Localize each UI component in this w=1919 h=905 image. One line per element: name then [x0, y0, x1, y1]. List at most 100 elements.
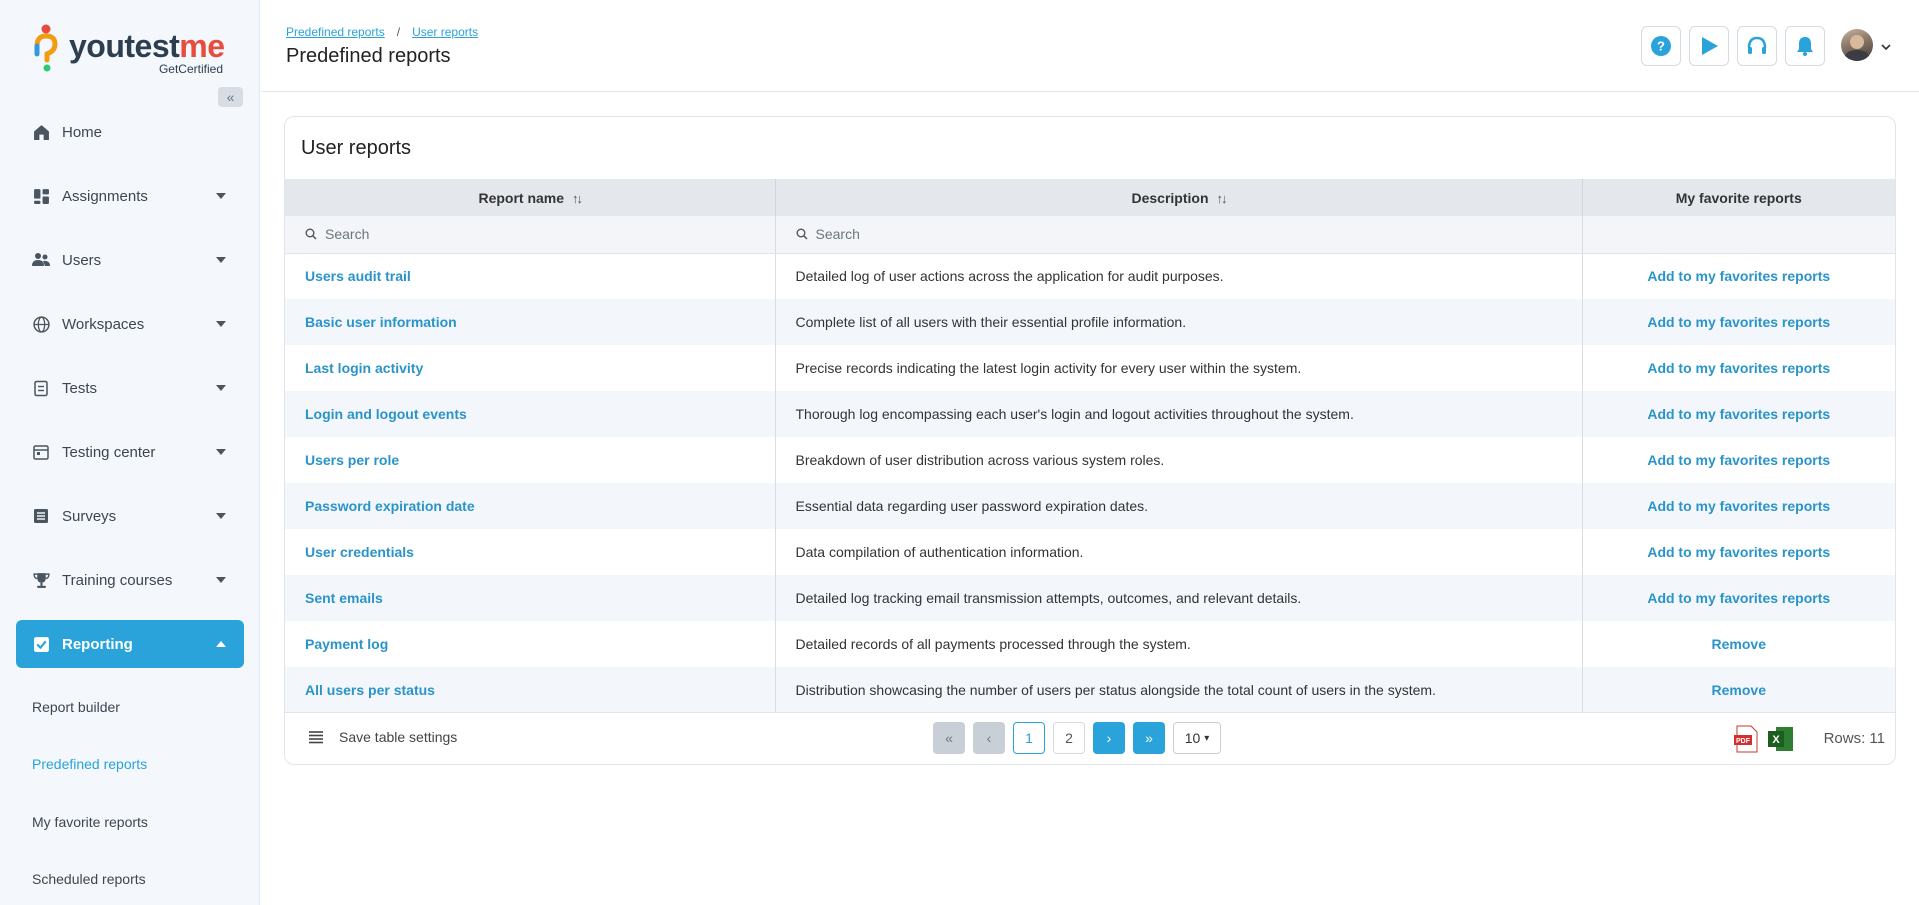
pagination: « ‹ 1 2 › » 10 ▾	[933, 722, 1221, 754]
nav-item-label: Testing center	[62, 443, 156, 461]
breadcrumb-link-predefined-reports[interactable]: Predefined reports	[286, 25, 385, 39]
chevron-down-icon	[216, 577, 226, 583]
page-button[interactable]: 1	[1013, 722, 1045, 754]
report-name-link[interactable]: Users per role	[285, 437, 776, 483]
nav-item-label: Assignments	[62, 187, 148, 205]
subnav-my-favorite-reports[interactable]: My favorite reports	[32, 814, 148, 830]
page-size-select[interactable]: 10 ▾	[1173, 722, 1221, 754]
brand-tagline: GetCertified	[158, 62, 223, 76]
nav-item-training-courses[interactable]: Training courses	[16, 556, 244, 604]
notifications-button[interactable]	[1785, 26, 1825, 66]
report-name-link[interactable]: User credentials	[285, 529, 776, 575]
nav-item-tests[interactable]: Tests	[16, 364, 244, 412]
report-description: Complete list of all users with their es…	[775, 299, 1583, 345]
help-icon: ?	[1651, 36, 1671, 56]
double-chevron-left-icon: «	[226, 89, 235, 105]
add-to-favorites-link[interactable]: Add to my favorites reports	[1582, 253, 1895, 299]
remove-favorite-link[interactable]: Remove	[1582, 667, 1895, 713]
save-table-settings-button[interactable]: Save table settings	[309, 729, 457, 745]
add-to-favorites-link[interactable]: Add to my favorites reports	[1582, 483, 1895, 529]
logo[interactable]: youtestme GetCertified	[33, 22, 233, 78]
rows-count: Rows: 11	[1823, 730, 1885, 747]
collapse-sidebar-button[interactable]: «	[218, 87, 243, 107]
user-avatar[interactable]	[1841, 29, 1873, 61]
table-row: Password expiration date Essential data r…	[285, 483, 1895, 529]
report-name-link[interactable]: Basic user information	[285, 299, 776, 345]
page-button[interactable]: 2	[1053, 722, 1085, 754]
user-reports-card: User reports Report name ↑↓ Description ↑↓…	[284, 116, 1896, 765]
search-input[interactable]: Search	[325, 226, 369, 242]
sort-icon[interactable]: ↑↓	[1217, 191, 1228, 206]
report-description: Detailed log tracking email transmission…	[775, 575, 1583, 621]
report-description: Detailed records of all payments process…	[775, 621, 1583, 667]
report-name-link[interactable]: Sent emails	[285, 575, 776, 621]
report-name-link[interactable]: Last login activity	[285, 345, 776, 391]
pdf-icon[interactable]: PDF	[1734, 725, 1760, 753]
breadcrumb-link-user-reports[interactable]: User reports	[412, 25, 478, 39]
nav-item-assignments[interactable]: Assignments	[16, 172, 244, 220]
add-to-favorites-link[interactable]: Add to my favorites reports	[1582, 345, 1895, 391]
sidebar: youtestme GetCertified « Home Assignment…	[0, 0, 260, 905]
report-name-link[interactable]: Users audit trail	[285, 253, 776, 299]
chevron-right-icon: ›	[1106, 730, 1112, 746]
search-icon	[305, 228, 317, 240]
previous-page-button[interactable]: ‹	[973, 722, 1005, 754]
nav-item-home[interactable]: Home	[16, 108, 244, 156]
tests-icon	[32, 379, 50, 397]
subnav-predefined-reports[interactable]: Predefined reports	[32, 756, 147, 772]
report-name-link[interactable]: Password expiration date	[285, 483, 776, 529]
card-title: User reports	[301, 137, 412, 159]
chevron-down-icon	[216, 257, 226, 263]
subnav-scheduled-reports[interactable]: Scheduled reports	[32, 871, 146, 887]
search-input[interactable]: Search	[816, 226, 860, 242]
chevron-down-icon[interactable]	[1881, 42, 1891, 52]
table-row: Basic user information Complete list of a…	[285, 299, 1895, 345]
reports-table: Report name ↑↓ Description ↑↓ My favorite …	[285, 179, 1895, 713]
reporting-icon	[32, 635, 50, 653]
add-to-favorites-link[interactable]: Add to my favorites reports	[1582, 575, 1895, 621]
table-row: Sent emails Detailed log tracking email t…	[285, 575, 1895, 621]
add-to-favorites-link[interactable]: Add to my favorites reports	[1582, 437, 1895, 483]
add-to-favorites-link[interactable]: Add to my favorites reports	[1582, 529, 1895, 575]
next-page-button[interactable]: ›	[1093, 722, 1125, 754]
table-row: Payment log Detailed records of all payme…	[285, 621, 1895, 667]
nav-item-testing-center[interactable]: Testing center	[16, 428, 244, 476]
top-header: Predefined reports / User reports Predefin…	[261, 0, 1919, 92]
report-name-filter[interactable]: Search	[285, 216, 776, 254]
nav-item-surveys[interactable]: Surveys	[16, 492, 244, 540]
support-button[interactable]	[1737, 26, 1777, 66]
table-header-row: Report name ↑↓ Description ↑↓ My favorite …	[285, 179, 1895, 216]
report-name-link[interactable]: All users per status	[285, 667, 776, 713]
sort-icon[interactable]: ↑↓	[572, 191, 583, 206]
breadcrumb-separator: /	[396, 25, 401, 39]
report-name-link[interactable]: Payment log	[285, 621, 776, 667]
excel-icon[interactable]: X	[1768, 725, 1794, 753]
report-description: Breakdown of user distribution across va…	[775, 437, 1583, 483]
first-page-button[interactable]: «	[933, 722, 965, 754]
nav-item-reporting[interactable]: Reporting	[16, 620, 244, 668]
chevron-down-icon	[216, 193, 226, 199]
subnav-report-builder[interactable]: Report builder	[32, 699, 120, 715]
help-button[interactable]: ?	[1641, 26, 1681, 66]
column-header-report-name[interactable]: Report name ↑↓	[285, 179, 776, 216]
remove-favorite-link[interactable]: Remove	[1582, 621, 1895, 667]
description-filter[interactable]: Search	[775, 216, 1583, 254]
nav-item-label: Tests	[62, 379, 98, 397]
report-description: Distribution showcasing the number of us…	[775, 667, 1583, 713]
play-button[interactable]	[1689, 26, 1729, 66]
play-icon	[1702, 37, 1718, 55]
report-name-link[interactable]: Login and logout events	[285, 391, 776, 437]
chevron-down-icon: ▾	[1204, 732, 1210, 744]
table-row: Users audit trail Detailed log of user ac…	[285, 253, 1895, 299]
svg-text:X: X	[1772, 734, 1780, 746]
menu-icon	[309, 731, 323, 744]
users-icon	[32, 251, 50, 269]
nav-item-workspaces[interactable]: Workspaces	[16, 300, 244, 348]
filter-row: Search Search	[285, 216, 1895, 254]
nav-item-users[interactable]: Users	[16, 236, 244, 284]
column-header-description[interactable]: Description ↑↓	[775, 179, 1583, 216]
add-to-favorites-link[interactable]: Add to my favorites reports	[1582, 299, 1895, 345]
trophy-icon	[32, 571, 50, 589]
last-page-button[interactable]: »	[1133, 722, 1165, 754]
add-to-favorites-link[interactable]: Add to my favorites reports	[1582, 391, 1895, 437]
